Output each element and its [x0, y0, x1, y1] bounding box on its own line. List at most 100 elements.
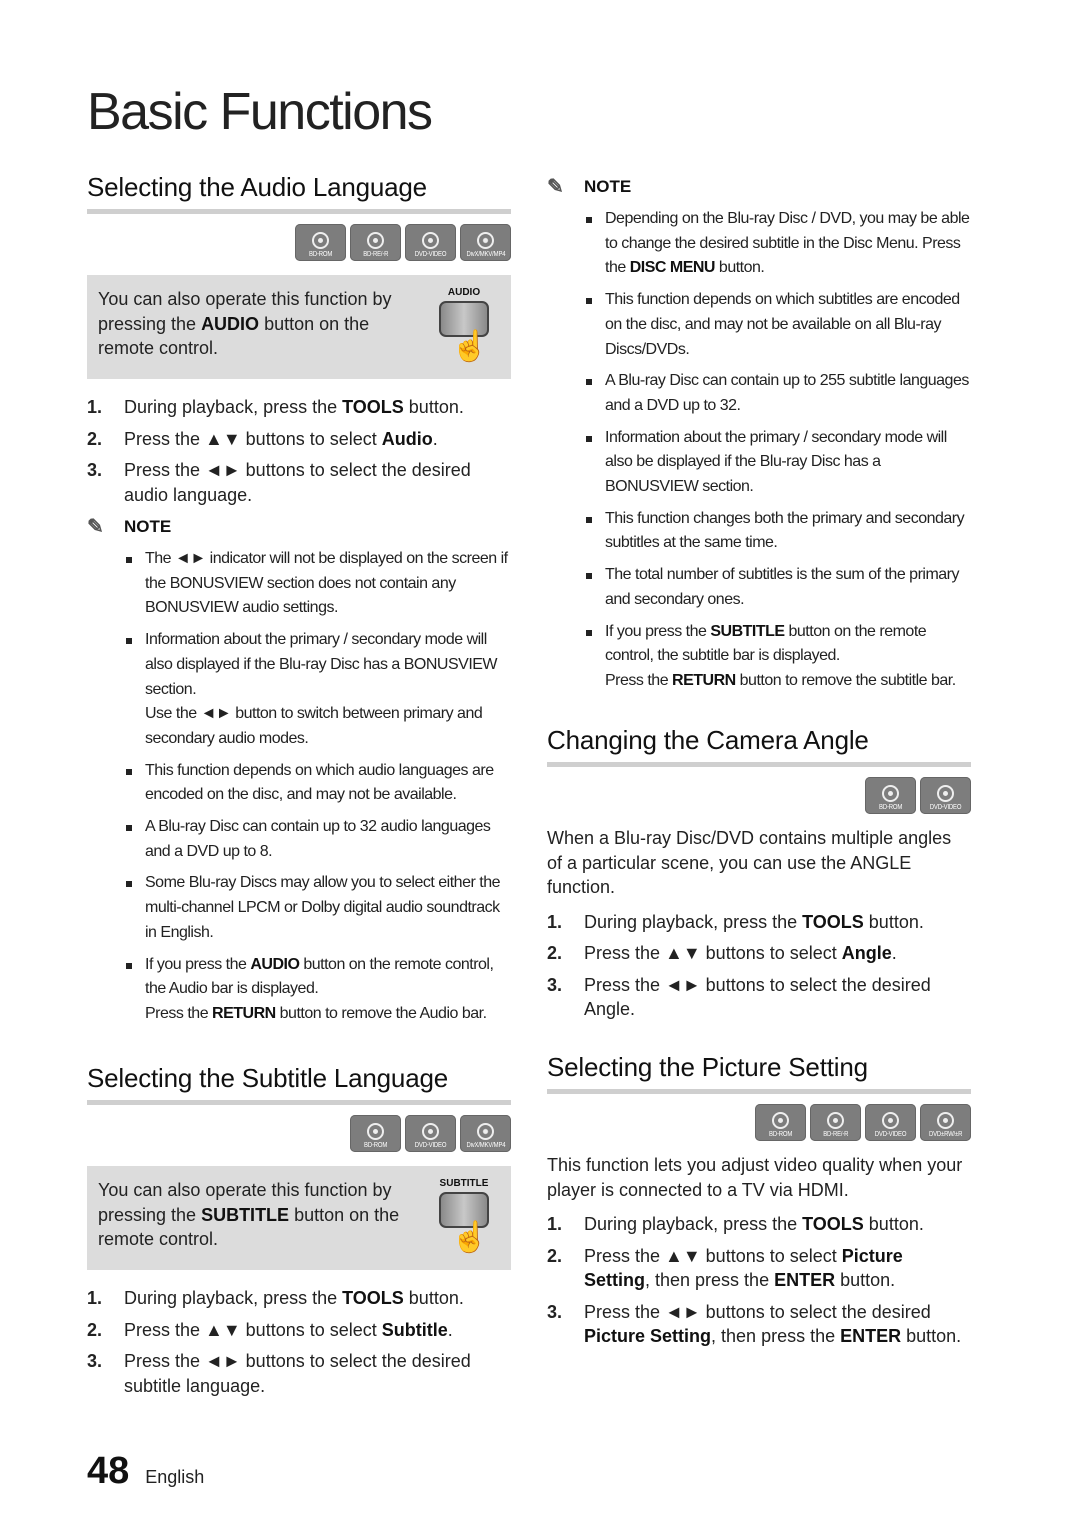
badge-label: DVD-VIDEO — [414, 251, 447, 258]
note-extra: Use the ◄► button to switch between prim… — [145, 705, 483, 747]
disc-format-badge: BD-ROM — [755, 1104, 806, 1141]
subtitle-remote-illustration: SUBTITLE ☝ — [429, 1178, 499, 1256]
note-item: The total number of subtitles is the sum… — [584, 563, 971, 612]
step-keyword: Subtitle — [381, 1319, 448, 1340]
step-text-part: . — [891, 943, 897, 963]
step-text: Press the ▲▼ buttons to select Picture S… — [584, 1244, 971, 1293]
note-extra: button to remove the Audio bar. — [275, 1004, 487, 1022]
note-item: Information about the primary / secondar… — [584, 426, 971, 500]
picture-heading: Selecting the Picture Setting — [547, 1052, 971, 1094]
pointing-hand-icon: ☝ — [451, 330, 489, 363]
disc-format-badge: DVD-VIDEO — [405, 224, 456, 261]
disc-format-badge: BD-RE/-R — [350, 224, 401, 261]
note-text: If you press the — [145, 955, 251, 973]
badge-label: BD-ROM — [768, 1131, 793, 1138]
step-item: 2. Press the ▲▼ buttons to select Picture… — [547, 1244, 971, 1293]
step-keyword: TOOLS — [342, 397, 404, 417]
page-language: English — [145, 1467, 205, 1487]
note-text: This function changes both the primary a… — [605, 509, 965, 552]
disc-format-badge: DVD-VIDEO — [405, 1115, 456, 1152]
step-item: 1. During playback, press the TOOLS butto… — [547, 910, 971, 935]
pointing-hand-icon: ☝ — [451, 1221, 489, 1254]
subtitle-tip-text: You can also operate this function by pr… — [98, 1180, 400, 1249]
step-item: 1. During playback, press the TOOLS butto… — [547, 1212, 971, 1237]
note-keyword: RETURN — [672, 671, 736, 689]
step-number: 1. — [87, 1288, 103, 1308]
note-item: If you press the SUBTITLE button on the … — [584, 620, 971, 694]
step-number: 3. — [87, 460, 103, 480]
step-keyword: ENTER — [840, 1326, 902, 1346]
subtitle-tip-box: You can also operate this function by pr… — [87, 1166, 511, 1270]
step-item: 3. Press the ◄► buttons to select the des… — [87, 458, 511, 507]
step-text: During playback, press the TOOLS button. — [124, 1286, 464, 1311]
angle-steps: 1. During playback, press the TOOLS butto… — [547, 910, 971, 1022]
note-text: A Blu-ray Disc can contain up to 32 audi… — [145, 818, 491, 860]
audio-tip-box: You can also operate this function by pr… — [87, 275, 511, 379]
step-item: 3. Press the ◄► buttons to select the des… — [547, 973, 971, 1022]
audio-badges: BD-ROM BD-RE/-R DVD-VIDEO DivX/MKV/MP4 — [87, 224, 511, 261]
step-text: Press the ◄► buttons to select the desir… — [124, 458, 511, 507]
note-extra: Press the — [605, 671, 673, 689]
disc-icon — [312, 232, 329, 249]
step-keyword: Angle — [841, 943, 892, 963]
disc-format-badge: BD-ROM — [350, 1115, 401, 1152]
step-text-part: button. — [863, 1214, 924, 1234]
step-text-part: , then press the — [645, 1270, 775, 1290]
step-text-part: Press the ▲▼ buttons to select — [584, 1245, 842, 1266]
pencil-icon: ✎ — [87, 516, 104, 538]
note-extra: Press the — [145, 1004, 213, 1022]
step-number: 3. — [547, 1301, 563, 1322]
note-item: This function changes both the primary a… — [584, 507, 971, 556]
step-text-part: button. — [863, 911, 924, 932]
step-number: 2. — [87, 1319, 103, 1340]
subtitle-badges: BD-ROM DVD-VIDEO DivX/MKV/MP4 — [87, 1115, 511, 1152]
disc-icon — [772, 1112, 789, 1129]
badge-label: BD-ROM — [363, 1142, 388, 1149]
step-text-part: Press the ▲▼ buttons to select — [584, 943, 842, 963]
audio-heading: Selecting the Audio Language — [87, 172, 511, 214]
step-text: During playback, press the TOOLS button. — [124, 395, 464, 420]
step-text-part: Press the ◄► buttons to select the desir… — [584, 974, 931, 1020]
subtitle-section: Selecting the Subtitle Language BD-ROM DV… — [87, 1063, 511, 1405]
step-number: 2. — [87, 428, 103, 449]
note-extra: button to remove the subtitle bar. — [735, 671, 957, 689]
step-item: 1. During playback, press the TOOLS butto… — [87, 395, 511, 420]
step-text-part: , then press the — [711, 1326, 841, 1346]
angle-heading: Changing the Camera Angle — [547, 725, 971, 767]
disc-format-badge: BD-ROM — [295, 224, 346, 261]
audio-steps: 1. During playback, press the TOOLS butto… — [87, 395, 511, 507]
film-reel-icon — [477, 1123, 494, 1140]
step-text-part: During playback, press the — [584, 1214, 803, 1234]
note-item: This function depends on which subtitles… — [584, 288, 971, 362]
disc-format-badge: DVD±RW/±R — [920, 1104, 971, 1141]
note-keyword: AUDIO — [250, 955, 300, 973]
disc-icon — [882, 785, 899, 802]
film-reel-icon — [477, 232, 494, 249]
step-keyword: TOOLS — [342, 1288, 404, 1308]
note-text: This function depends on which subtitles… — [605, 291, 960, 358]
note-item: This function depends on which audio lan… — [124, 759, 511, 808]
badge-label: BD-RE/-R — [822, 1131, 849, 1138]
disc-icon — [937, 1112, 954, 1129]
disc-icon — [422, 1123, 439, 1140]
note-text: Information about the primary / secondar… — [605, 428, 947, 496]
subtitle-heading: Selecting the Subtitle Language — [87, 1063, 511, 1105]
note-item: Some Blu-ray Discs may allow you to sele… — [124, 871, 511, 945]
step-text-part: button. — [835, 1270, 896, 1290]
note-keyword: RETURN — [212, 1004, 276, 1022]
badge-label: BD-ROM — [308, 251, 333, 258]
step-text: During playback, press the TOOLS button. — [584, 1212, 924, 1237]
step-number: 3. — [547, 974, 563, 995]
note-item: The ◄► indicator will not be displayed o… — [124, 547, 511, 621]
step-text: Press the ▲▼ buttons to select Angle. — [584, 941, 897, 966]
step-text-part: Press the ◄► buttons to select the desir… — [124, 460, 471, 505]
angle-badges: BD-ROM DVD-VIDEO — [547, 777, 971, 814]
note-text: This function depends on which audio lan… — [145, 761, 494, 804]
disc-icon — [827, 1112, 844, 1129]
step-item: 3. Press the ◄► buttons to select the des… — [547, 1300, 971, 1349]
note-item: Information about the primary / secondar… — [124, 628, 511, 752]
audio-note-heading: ✎ NOTE — [87, 516, 172, 538]
audio-remote-illustration: AUDIO ☝ — [429, 287, 499, 365]
step-item: 1. During playback, press the TOOLS butto… — [87, 1286, 511, 1311]
step-text: Press the ◄► buttons to select the desir… — [124, 1349, 511, 1398]
